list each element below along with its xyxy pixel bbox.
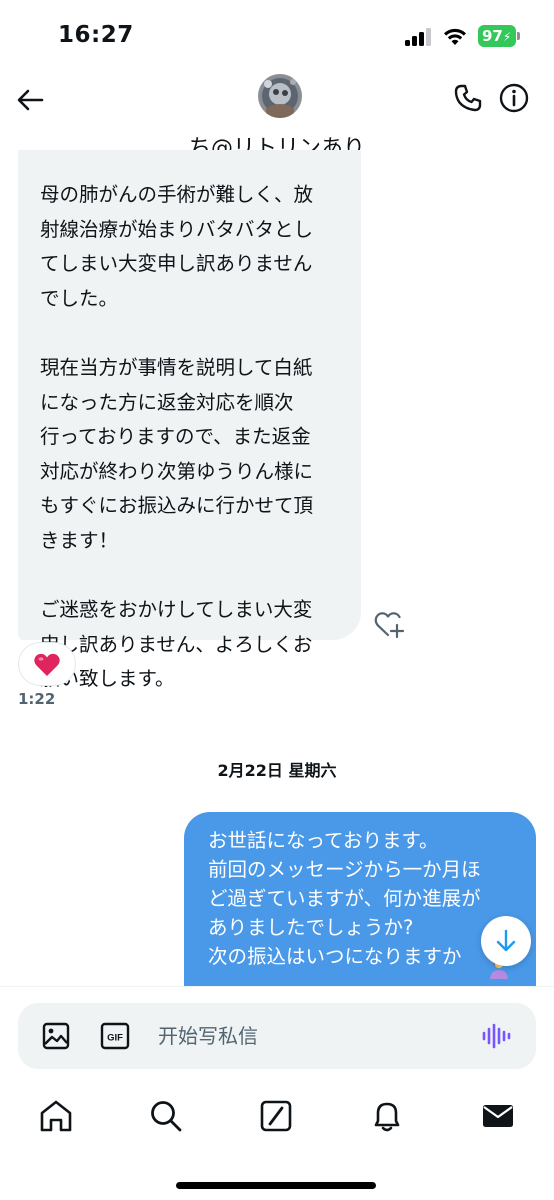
message-timestamp: 1:22 <box>18 690 56 708</box>
status-time: 16:27 <box>58 22 134 48</box>
home-icon[interactable] <box>36 1096 76 1136</box>
date-divider: 2月22日 星期六 <box>217 761 337 780</box>
message-composer: GIF <box>18 1003 536 1069</box>
message-line: 母の肺がんの手術が難しく、放 <box>40 183 314 206</box>
gif-label: GIF <box>107 1033 123 1044</box>
message-line: 対応が終わり次第ゆうりん様に <box>40 459 314 483</box>
battery-level: 97 <box>482 27 503 45</box>
message-line: もすぐにお振込みに行かせて頂 <box>40 494 314 518</box>
message-input[interactable] <box>158 1013 458 1059</box>
avatar-image <box>258 74 302 118</box>
search-icon[interactable] <box>146 1096 186 1136</box>
received-message-bubble[interactable]: 母の肺がんの手術が難しく、放 射線治療が始まりバタバタとし てしまい大変申し訳あ… <box>18 150 361 690</box>
gif-button[interactable]: GIF <box>100 1021 130 1051</box>
message-line: 願い致します。 <box>40 667 175 691</box>
message-line: ご迷惑をおかけしてしまい大変 <box>40 598 313 622</box>
battery-icon: 97⚡ <box>478 25 516 47</box>
grok-icon[interactable] <box>256 1096 296 1136</box>
messages-icon[interactable] <box>478 1096 518 1136</box>
cellular-signal-icon <box>405 28 433 46</box>
contact-avatar[interactable] <box>258 74 302 118</box>
phone-icon[interactable] <box>452 82 484 114</box>
gif-icon: GIF <box>100 1022 130 1050</box>
battery-nub <box>517 32 520 40</box>
message-line: 行っておりますので、また返金 <box>40 425 311 449</box>
add-reaction-icon[interactable] <box>373 609 405 639</box>
notifications-icon[interactable] <box>367 1096 407 1136</box>
charging-bolt-icon: ⚡ <box>502 30 512 44</box>
image-icon[interactable] <box>40 1020 72 1052</box>
arrow-down-icon <box>496 929 516 952</box>
heart-reaction[interactable] <box>18 642 76 686</box>
message-line: 申し訳ありません、よろしくお <box>40 632 313 656</box>
message-line: てしまい大変申し訳ありません <box>40 252 313 276</box>
message-line: お世話になっております。 <box>208 829 439 852</box>
message-line: 射線治療が始まりバタバタとし <box>40 217 314 241</box>
wifi-icon <box>444 28 466 45</box>
message-line: になった方に返金対応を順次 <box>40 390 294 414</box>
back-arrow-icon[interactable] <box>14 84 46 116</box>
message-line: 前回のメッセージから一か月ほ <box>208 858 481 881</box>
voice-message-icon[interactable] <box>480 1020 512 1052</box>
message-line: きます！ <box>40 528 119 552</box>
message-line: 現在当方が事情を説明して白紙 <box>40 355 313 379</box>
home-indicator <box>176 1182 376 1189</box>
heart-emoji-icon <box>34 653 60 676</box>
info-icon[interactable] <box>498 82 530 114</box>
composer-bar: GIF <box>0 986 554 1074</box>
message-line: ど過ぎていますが、何か進展が <box>208 887 481 910</box>
status-bar: 16:27 97⚡ <box>0 0 554 70</box>
scroll-to-bottom-button[interactable] <box>481 916 531 966</box>
message-line: でした。 <box>40 286 119 310</box>
